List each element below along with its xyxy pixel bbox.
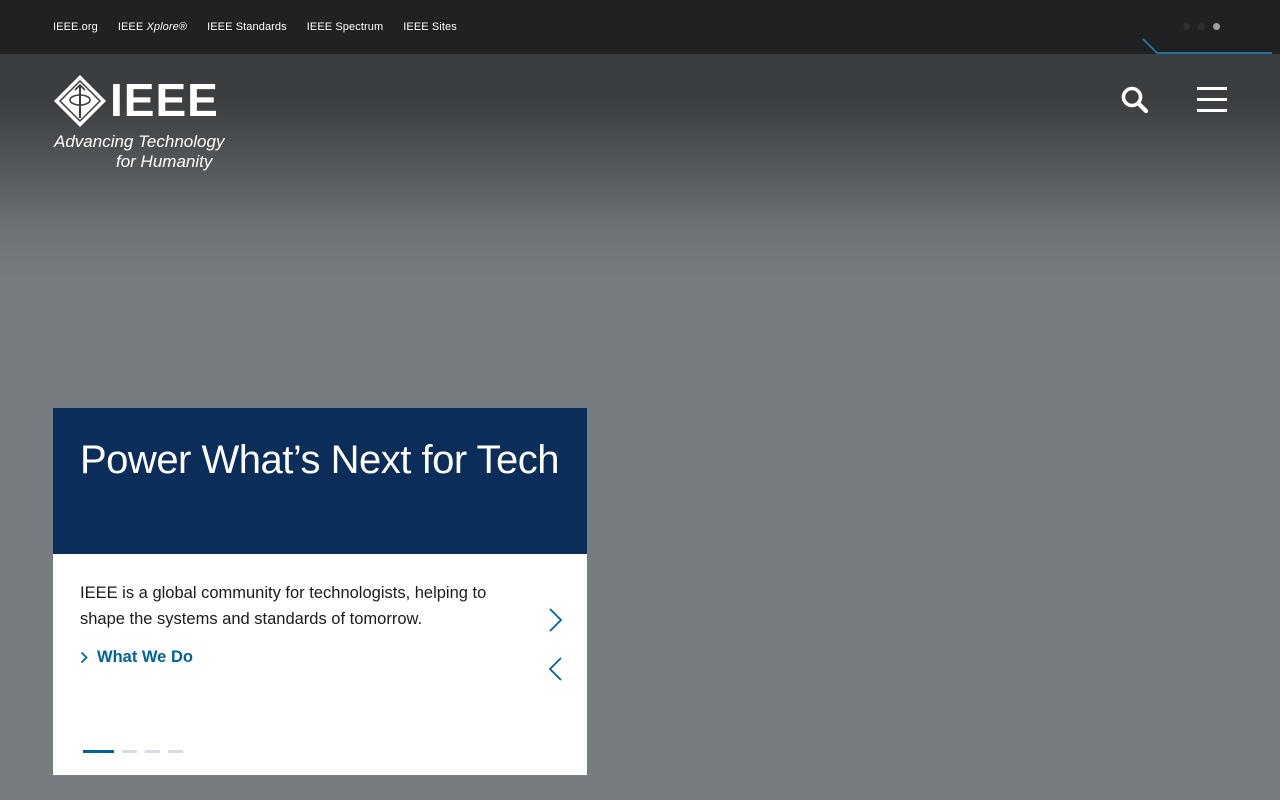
carousel-indicator-3[interactable] <box>145 750 160 753</box>
logo-tagline-line2: for Humanity <box>116 152 213 171</box>
ieee-logo[interactable]: IEEE Advancing Technology for Humanity <box>53 74 233 174</box>
chevron-right-small-icon <box>80 651 88 664</box>
utility-bar: IEEE.org IEEE Xplore® IEEE Standards IEE… <box>0 0 1280 54</box>
search-button[interactable] <box>1120 85 1150 115</box>
logo-wordmark: IEEE <box>110 74 219 126</box>
utility-nav: IEEE.org IEEE Xplore® IEEE Standards IEE… <box>53 0 477 54</box>
utility-link-ieee-spectrum[interactable]: IEEE Spectrum <box>307 21 384 33</box>
dot-active <box>1213 23 1220 30</box>
chevron-left-icon <box>548 657 562 681</box>
carousel-indicator-1[interactable] <box>83 750 114 753</box>
utility-link-ieee-xplore[interactable]: IEEE Xplore® <box>118 21 187 33</box>
dot <box>1198 23 1205 30</box>
dot <box>1183 23 1190 30</box>
chevron-right-icon <box>549 608 563 632</box>
carousel-indicators <box>83 750 183 753</box>
what-we-do-label: What We Do <box>97 648 193 666</box>
utility-dots <box>1183 23 1220 30</box>
hero-card: Power What’s Next for Tech IEEE is a glo… <box>53 408 587 775</box>
hero-description: IEEE is a global community for technolog… <box>80 584 487 628</box>
utility-link-ieee-standards[interactable]: IEEE Standards <box>207 21 287 33</box>
carousel-next-button[interactable] <box>545 606 567 636</box>
carousel-prev-button[interactable] <box>545 655 567 685</box>
what-we-do-link[interactable]: What We Do <box>80 648 193 667</box>
ieee-diamond-icon <box>54 75 106 127</box>
search-icon <box>1121 86 1149 114</box>
decorative-corner-line <box>1142 38 1272 54</box>
main-menu-button[interactable] <box>1194 84 1230 116</box>
carousel-indicator-4[interactable] <box>168 750 183 753</box>
logo-tagline-line1: Advancing Technology <box>54 132 225 151</box>
utility-link-ieee-org[interactable]: IEEE.org <box>53 21 98 33</box>
hamburger-menu-icon <box>1197 87 1227 112</box>
utility-link-ieee-sites[interactable]: IEEE Sites <box>403 21 457 33</box>
hero-card-header: Power What’s Next for Tech <box>53 408 587 554</box>
carousel-indicator-2[interactable] <box>122 750 137 753</box>
hero-title: Power What’s Next for Tech <box>80 438 560 482</box>
